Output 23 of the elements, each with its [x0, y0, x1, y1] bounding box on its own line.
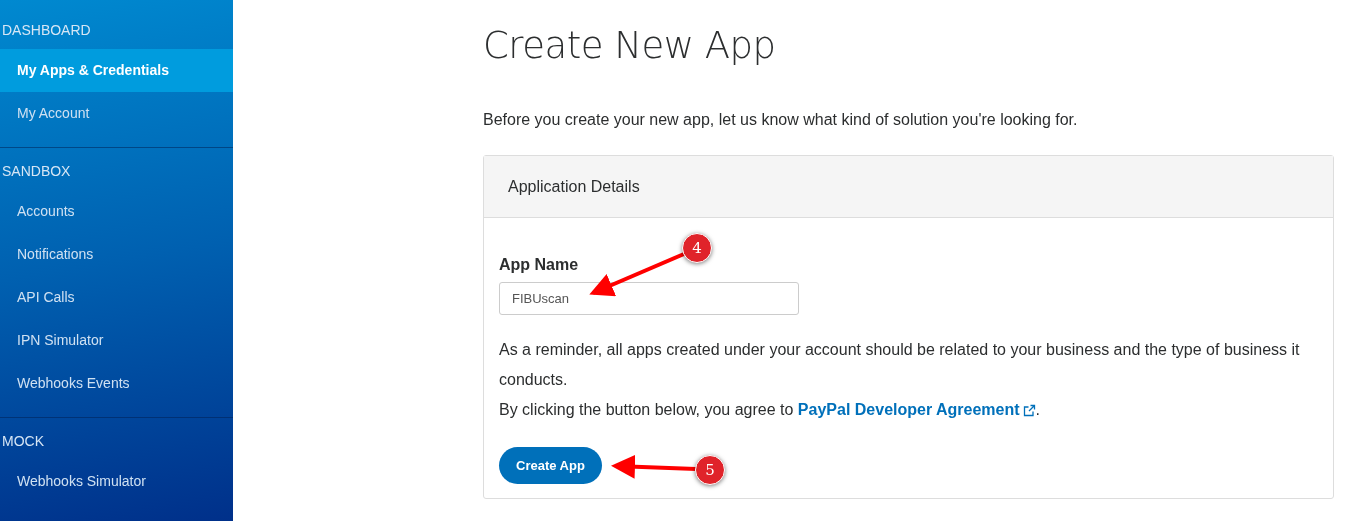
sidebar-item[interactable]: My Apps & Credentials: [0, 49, 233, 92]
agreement-link[interactable]: PayPal Developer Agreement: [797, 401, 1036, 418]
field-label: App Name: [499, 256, 580, 274]
sidebar-item[interactable]: My Account: [0, 92, 233, 135]
sidebar-heading: MOCK: [1, 432, 45, 451]
sidebar-item[interactable]: API Calls: [0, 276, 233, 319]
sidebar-item[interactable]: Webhooks Simulator: [0, 460, 233, 503]
sidebar-item[interactable]: Notifications: [0, 233, 233, 276]
sidebar-item[interactable]: IPN Simulator: [0, 319, 233, 362]
sidebar-heading: SANDBOX: [1, 162, 72, 181]
sidebar-item[interactable]: Webhooks Events: [0, 362, 233, 405]
page-title: Create New App: [483, 24, 777, 67]
step-badge: 5: [695, 455, 725, 485]
intro-text: Before you create your new app, let us know what kind of solution you're looking for.: [483, 111, 1079, 129]
reminder-text: As a reminder, all apps created under your account should be related to your business and the type of business it conducts.: [499, 340, 1301, 390]
sidebar-heading: DASHBOARD: [1, 21, 92, 40]
sidebar-item[interactable]: Accounts: [0, 190, 233, 233]
card-header: Application Details: [484, 156, 1333, 218]
step-badge: 4: [682, 233, 712, 263]
agreement-text: By clicking the button below, you agree to PayPal Developer Agreement .: [499, 400, 1042, 420]
external-link-icon: [1022, 404, 1036, 417]
create-app-button[interactable]: Create App: [499, 447, 602, 484]
app-name-field[interactable]: FIBUscan: [499, 282, 799, 315]
